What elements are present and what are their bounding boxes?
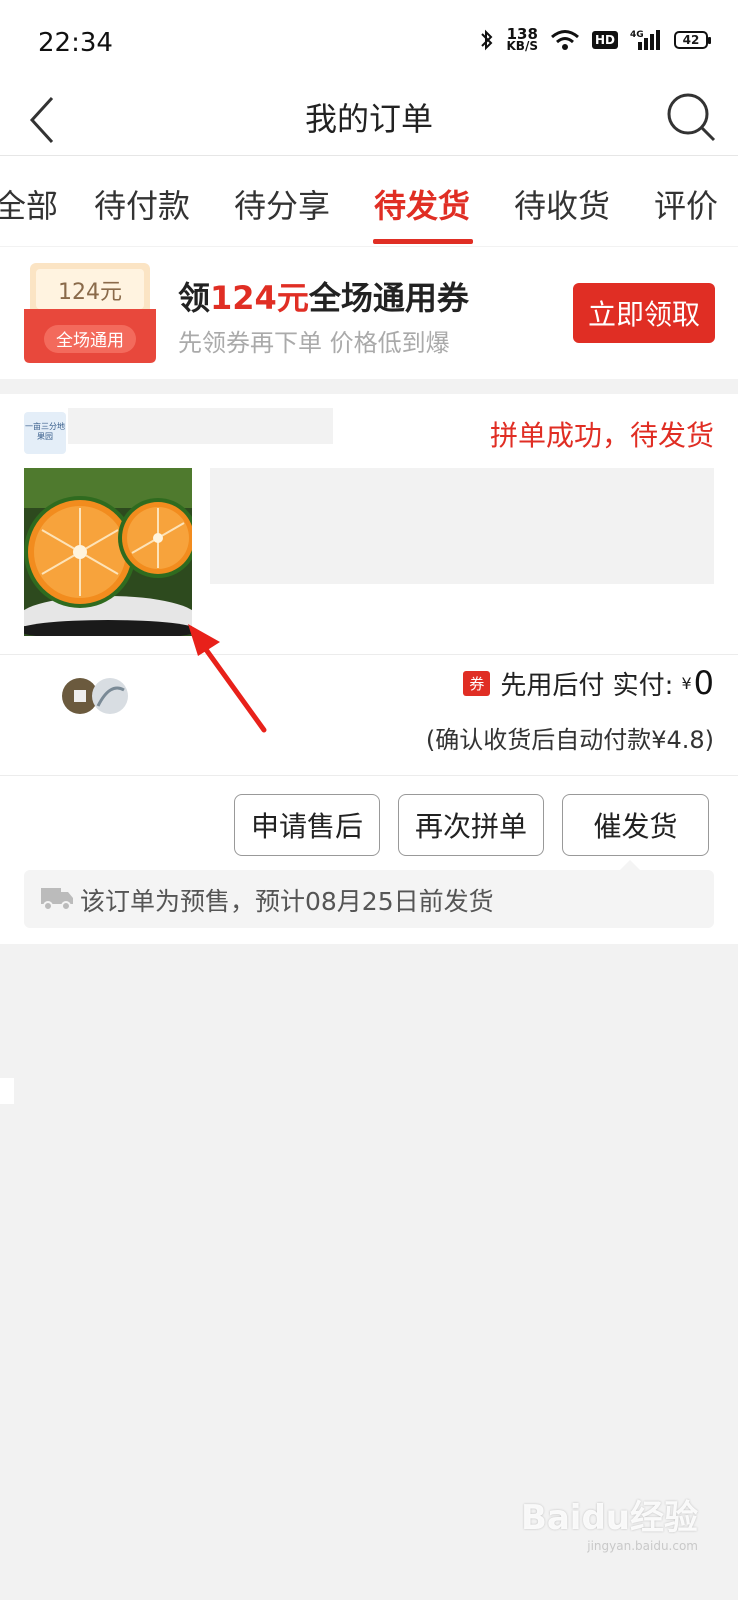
coupon-ticket-amount: 124元	[58, 280, 122, 305]
shop-logo[interactable]: 一亩三分地果园	[24, 412, 66, 454]
bluetooth-icon	[480, 29, 492, 51]
tab-pending-payment[interactable]: 待付款	[94, 181, 190, 227]
currency-symbol: ¥	[681, 673, 692, 693]
group-avatars[interactable]	[50, 676, 140, 716]
order-status: 拼单成功，待发货	[489, 419, 714, 452]
coupon-ticket-label: 全场通用	[56, 331, 124, 351]
watermark: Baidu经验 jingyan.baidu.com	[521, 1490, 698, 1553]
shop-name-redacted[interactable]	[68, 408, 333, 444]
product-info-redacted[interactable]	[210, 468, 714, 584]
status-icons: 138 KB/S HD 4G 42	[479, 25, 711, 53]
coupon-tag: 券	[463, 670, 491, 696]
tab-pending-share[interactable]: 待分享	[234, 181, 330, 227]
coupon-ticket-icon: 124元 全场通用	[24, 263, 156, 363]
nav-bar: 我的订单	[0, 86, 738, 156]
claim-coupon-button[interactable]: 立即领取	[573, 283, 715, 343]
coupon-title: 领124元全场通用券	[178, 279, 469, 317]
search-icon[interactable]	[662, 88, 718, 144]
signal-label: 4G	[630, 30, 644, 40]
after-sale-button[interactable]: 申请售后	[234, 794, 380, 856]
status-bar: 22:34 138 KB/S HD 4G 42	[0, 0, 738, 86]
presale-notice-text: 该订单为预售，预计08月25日前发货	[80, 887, 494, 916]
battery-icon: 42	[674, 31, 711, 49]
order-tabs: 全部 待付款 待分享 待发货 待收货 评价	[0, 157, 738, 246]
paid-amount: 0	[693, 664, 714, 702]
signal-icon: 4G	[630, 30, 660, 50]
tab-pending-receipt[interactable]: 待收货	[514, 181, 610, 227]
wifi-icon	[551, 30, 579, 50]
pay-label: 先用后付 实付:	[500, 670, 674, 701]
watermark-sub: jingyan.baidu.com	[587, 1539, 698, 1553]
tab-all[interactable]: 全部	[0, 181, 58, 227]
coupon-subtitle: 先领券再下单 价格低到爆	[178, 329, 450, 357]
tab-pending-shipment[interactable]: 待发货	[374, 181, 470, 227]
top-area: 22:34 138 KB/S HD 4G 42 我的订单 全部 待付款 待分享 …	[0, 0, 738, 246]
watermark-main: Baidu经验	[520, 1498, 698, 1538]
hd-badge: HD	[591, 31, 618, 49]
regroup-button[interactable]: 再次拼单	[398, 794, 544, 856]
truck-icon	[41, 888, 73, 911]
presale-notice: 该订单为预售，预计08月25日前发货	[24, 860, 714, 928]
payment-line: 券 先用后付 实付: ¥ 0	[463, 664, 714, 702]
edge-mark	[0, 1078, 14, 1104]
urge-shipment-button[interactable]: 催发货	[562, 794, 709, 856]
product-image[interactable]	[24, 468, 192, 636]
tab-review[interactable]: 评价	[654, 181, 718, 227]
net-speed: 138 KB/S	[506, 25, 538, 53]
active-tab-indicator	[373, 239, 473, 244]
order-card[interactable]: 一亩三分地果园 拼单成功，待发货 券 先用后付 实付: ¥ 0 (确认收货后自动…	[0, 394, 738, 944]
divider	[0, 654, 738, 655]
divider	[0, 775, 738, 776]
page-title: 我的订单	[304, 100, 433, 138]
coupon-banner[interactable]: 124元 全场通用 领124元全场通用券 先领券再下单 价格低到爆 立即领取	[0, 247, 738, 379]
status-time: 22:34	[38, 28, 113, 58]
auto-pay-note: (确认收货后自动付款¥4.8)	[425, 726, 714, 754]
